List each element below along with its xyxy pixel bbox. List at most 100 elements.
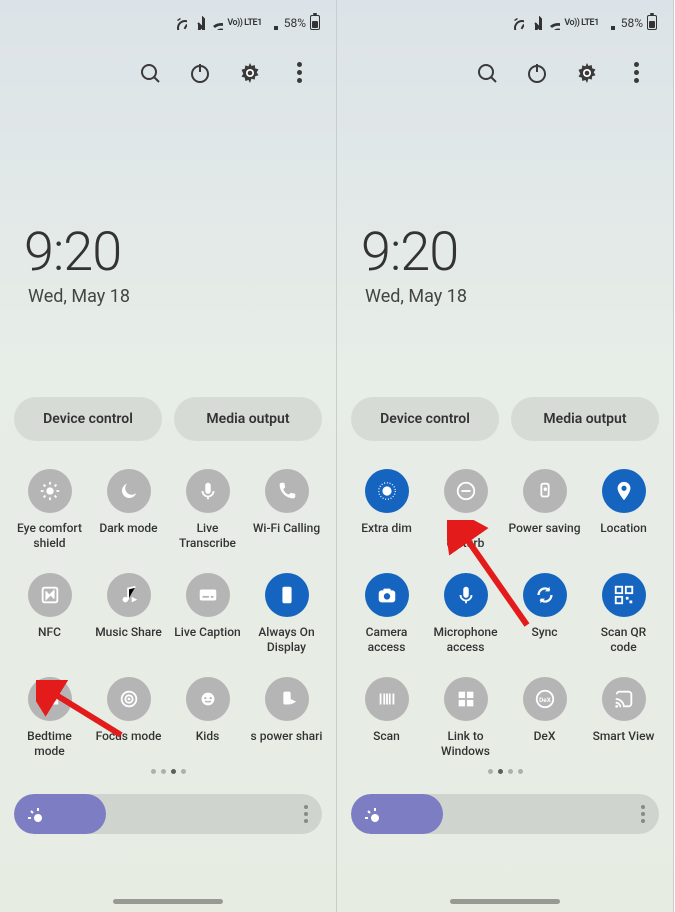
bed-icon[interactable] [28,677,72,721]
search-icon[interactable] [138,61,160,83]
quick-tile[interactable]: Music Share [89,573,168,655]
cast-icon[interactable] [602,677,646,721]
location-icon[interactable] [602,469,646,513]
signal-icon [266,16,280,30]
quick-tile[interactable]: Power saving [505,469,584,551]
status-bar: Vo)) LTE1 58% [337,0,673,45]
tile-label: Live Transcribe [171,521,245,551]
quick-tile[interactable]: Eye comfort shield [10,469,89,551]
quick-tile[interactable]: NFC [10,573,89,655]
quick-tile[interactable]: DeX [505,677,584,759]
status-bar: Vo)) LTE1 58% [0,0,336,45]
tile-label: Music Share [92,625,166,655]
tile-label: Dark mode [92,521,166,551]
network-label: Vo)) LTE1 [227,18,261,28]
nfc-icon[interactable] [28,573,72,617]
power-icon[interactable] [188,61,210,83]
time-text: 9:20 [361,221,649,284]
sun-icon[interactable] [28,469,72,513]
windows-icon[interactable] [444,677,488,721]
dex-icon[interactable] [523,677,567,721]
tile-label: Location [587,521,661,551]
battery-icon [310,15,320,30]
quick-tile[interactable]: Dark mode [89,469,168,551]
dnd-icon[interactable] [444,469,488,513]
media-output-button[interactable]: Media output [511,397,659,441]
tile-label: DeX [508,729,582,759]
aod-icon[interactable] [265,573,309,617]
settings-gear-icon[interactable] [575,61,597,83]
quick-tile[interactable]: s power shari [247,677,326,759]
tile-label: Live Caption [171,625,245,655]
tile-label: Power saving [508,521,582,551]
quick-tile[interactable]: Wi-Fi Calling [247,469,326,551]
device-control-button[interactable]: Device control [351,397,499,441]
tile-label: s power shari [250,729,324,759]
more-icon[interactable] [288,62,310,83]
target-icon[interactable] [107,677,151,721]
mic-icon[interactable] [444,573,488,617]
time-text: 9:20 [24,221,312,284]
signal-icon [603,16,617,30]
leaf-icon[interactable] [523,469,567,513]
brightness-slider[interactable] [351,794,659,834]
quick-tile[interactable]: Focus mode [89,677,168,759]
brightness-more-icon[interactable] [641,805,645,823]
power-share-icon[interactable] [265,677,309,721]
quick-tile[interactable]: Extra dim [347,469,426,551]
tile-label: Extra dim [350,521,424,551]
quick-tile[interactable]: Scan [347,677,426,759]
wifi-icon [546,16,560,30]
quick-tile[interactable]: Microphone access [426,573,505,655]
quick-tile[interactable]: Scan QR code [584,573,663,655]
camera-icon[interactable] [365,573,409,617]
mic-text-icon[interactable] [186,469,230,513]
brightness-more-icon[interactable] [304,805,308,823]
quick-tile[interactable]: Location [584,469,663,551]
network-label: Vo)) LTE1 [564,18,598,28]
quick-tiles-grid: Extra dimDo not disturbPower savingLocat… [337,441,673,759]
header-actions [0,45,336,91]
barcode-icon[interactable] [365,677,409,721]
dim-icon[interactable] [365,469,409,513]
tile-label: Do not disturb [429,521,503,551]
quick-tile[interactable]: Always On Display [247,573,326,655]
tile-label: Bedtime mode [13,729,87,759]
tile-label: Kids [171,729,245,759]
phone-right: Vo)) LTE1 58% 9:20 Wed, May 18 Device co… [337,0,674,912]
quick-tile[interactable]: Bedtime mode [10,677,89,759]
quick-tile[interactable]: Live Caption [168,573,247,655]
quick-tile[interactable]: Link to Windows [426,677,505,759]
brightness-slider[interactable] [14,794,322,834]
caption-icon[interactable] [186,573,230,617]
media-output-button[interactable]: Media output [174,397,322,441]
phone-wifi-icon[interactable] [265,469,309,513]
tile-label: Camera access [350,625,424,655]
quick-tile[interactable]: Smart View [584,677,663,759]
quick-tile[interactable]: Camera access [347,573,426,655]
quick-tile[interactable]: Sync [505,573,584,655]
power-icon[interactable] [525,61,547,83]
bluetooth-icon [528,16,542,30]
kids-icon[interactable] [186,677,230,721]
battery-text: 58% [284,16,306,30]
gesture-bar[interactable] [113,899,223,904]
quick-tile[interactable]: Do not disturb [426,469,505,551]
quick-tile[interactable]: Kids [168,677,247,759]
moon-icon[interactable] [107,469,151,513]
sync-icon[interactable] [523,573,567,617]
clock: 9:20 Wed, May 18 [0,91,336,307]
qr-icon[interactable] [602,573,646,617]
gesture-bar[interactable] [450,899,560,904]
device-control-button[interactable]: Device control [14,397,162,441]
more-icon[interactable] [625,62,647,83]
battery-icon [647,15,657,30]
phone-left: Vo)) LTE1 58% 9:20 Wed, May 18 Device co… [0,0,337,912]
tile-label: Focus mode [92,729,166,759]
settings-gear-icon[interactable] [238,61,260,83]
bluetooth-icon [191,16,205,30]
page-indicator [337,759,673,784]
search-icon[interactable] [475,61,497,83]
quick-tile[interactable]: Live Transcribe [168,469,247,551]
music-share-icon[interactable] [107,573,151,617]
